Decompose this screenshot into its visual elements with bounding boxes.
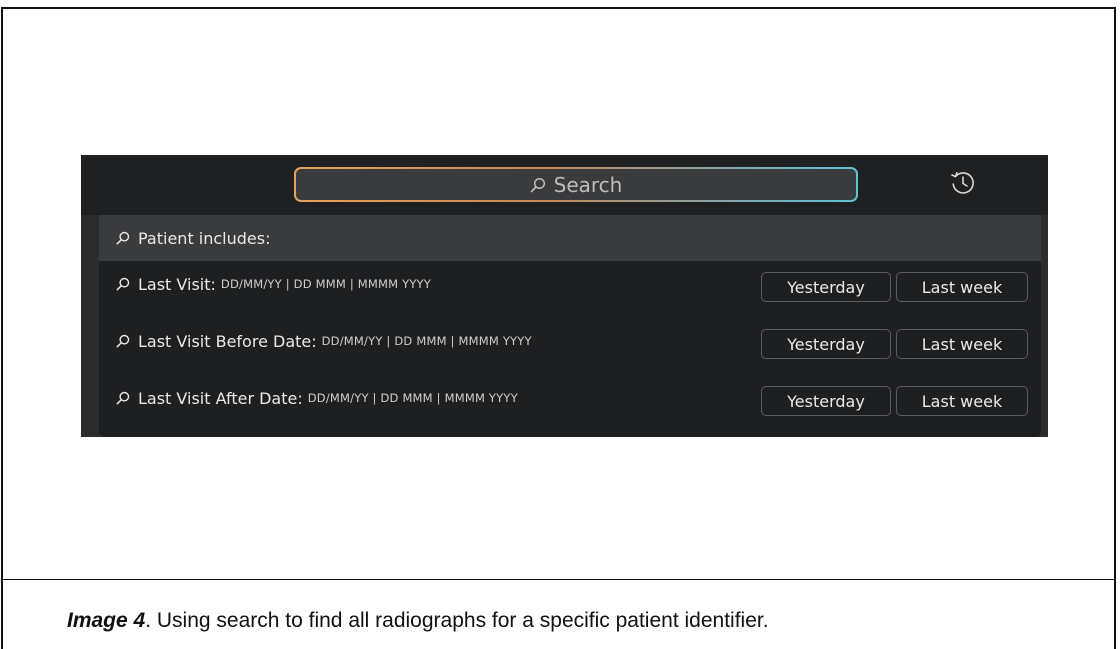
last-week-button[interactable]: Last week: [896, 329, 1028, 359]
suggestion-patient-includes[interactable]: Patient includes:: [99, 215, 1041, 261]
search-icon: [530, 177, 545, 192]
date-format-hint: DD/MM/YY | DD MMM | MMMM YYYY: [220, 277, 432, 291]
caption-label: Image 4: [67, 609, 146, 632]
figure-caption: Image 4. Using search to find all radiog…: [67, 609, 769, 633]
suggestion-label: Last Visit Before Date:: [138, 331, 317, 351]
yesterday-button[interactable]: Yesterday: [761, 329, 891, 359]
search-placeholder: Search: [553, 172, 623, 197]
last-week-button[interactable]: Last week: [896, 272, 1028, 302]
suggestion-last-visit-after[interactable]: Last Visit After Date: DD/MM/YY | DD MMM…: [99, 375, 1041, 421]
yesterday-button[interactable]: Yesterday: [761, 272, 891, 302]
suggestion-label: Last Visit:: [138, 274, 216, 294]
history-icon[interactable]: [947, 167, 979, 199]
search-icon: [116, 391, 130, 405]
search-icon: [116, 277, 130, 291]
top-bar: Search: [81, 155, 1048, 215]
caption-text: . Using search to find all radiographs f…: [145, 609, 769, 632]
search-input[interactable]: Search: [294, 167, 858, 202]
date-format-hint: DD/MM/YY | DD MMM | MMMM YYYY: [321, 334, 532, 348]
suggestion-last-visit-before[interactable]: Last Visit Before Date: DD/MM/YY | DD MM…: [99, 318, 1041, 364]
suggestion-last-visit[interactable]: Last Visit: DD/MM/YY | DD MMM | MMMM YYY…: [99, 261, 1041, 307]
search-icon: [116, 334, 130, 348]
date-format-hint: DD/MM/YY | DD MMM | MMMM YYYY: [307, 391, 518, 405]
search-icon: [116, 231, 130, 245]
suggestion-label: Patient includes:: [138, 228, 271, 248]
search-suggestions-dropdown: Patient includes: Last Visit: DD/MM/YY |…: [99, 215, 1041, 437]
suggestion-label: Last Visit After Date:: [138, 388, 303, 408]
app-screenshot: Search Patient includes: Last Visit: DD/…: [81, 155, 1048, 437]
last-week-button[interactable]: Last week: [896, 386, 1028, 416]
yesterday-button[interactable]: Yesterday: [761, 386, 891, 416]
